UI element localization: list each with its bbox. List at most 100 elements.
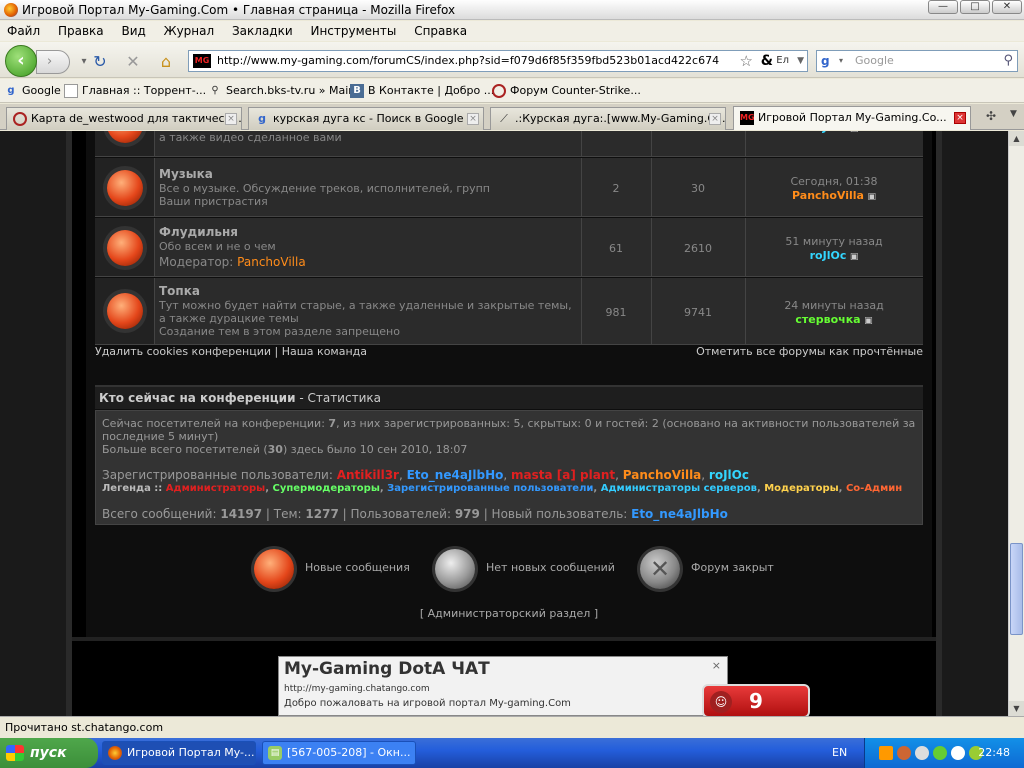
menu-file[interactable]: Файл xyxy=(0,21,47,41)
tab-de-westwood[interactable]: Карта de_westwood для тактическ... × xyxy=(6,107,242,130)
bookmark-google[interactable]: g Google xyxy=(4,79,60,103)
forum-title[interactable]: Топка xyxy=(159,284,200,298)
translate-icon[interactable]: Eл xyxy=(776,51,789,71)
bookmark-bks-tv[interactable]: ⚲ Search.bks-tv.ru » Main xyxy=(208,79,355,103)
forum-title[interactable]: Флудильня xyxy=(159,225,238,239)
minimize-button[interactable]: — xyxy=(928,0,958,14)
link-separator: | xyxy=(274,345,279,358)
volume-icon[interactable] xyxy=(915,746,929,760)
forward-button[interactable]: › xyxy=(36,50,70,74)
start-button[interactable]: пуск xyxy=(0,738,98,768)
language-indicator[interactable]: EN xyxy=(832,746,847,759)
taskbar-item-label: [567-005-208] - Окн... xyxy=(287,746,411,759)
last-post-user[interactable]: PanchoVilla xyxy=(792,189,864,202)
menu-view[interactable]: Вид xyxy=(114,21,152,41)
legend-supermods[interactable]: Супермодераторы xyxy=(273,483,380,494)
last-post-user[interactable]: roJlOc xyxy=(810,131,847,134)
moderator-name[interactable]: PanchoVilla xyxy=(237,255,306,269)
scrollbar-thumb[interactable] xyxy=(1010,543,1023,635)
google-search-engine-icon[interactable]: g xyxy=(821,54,837,68)
forum-title[interactable]: Музыка xyxy=(159,167,213,181)
last-post-user[interactable]: roJlOc xyxy=(810,249,847,262)
menu-edit[interactable]: Правка xyxy=(51,21,111,41)
taskbar-item-window[interactable]: ▤ [567-005-208] - Окн... xyxy=(262,741,416,765)
goto-post-icon[interactable]: ▣ xyxy=(850,252,859,262)
url-bar[interactable]: MG http://www.my-gaming.com/forumCS/inde… xyxy=(188,50,808,72)
forum-row[interactable]: Музыка Все о музыке. Обсуждение треков, … xyxy=(95,158,923,217)
search-icon[interactable]: ⚲ xyxy=(1003,51,1013,71)
goto-post-icon[interactable]: ▣ xyxy=(864,316,873,326)
online-user[interactable]: masta [a] plant xyxy=(511,468,615,482)
online-user[interactable]: Eto_ne4aJlbHo xyxy=(407,468,504,482)
tab-google-search[interactable]: g курская дуга кс - Поиск в Google × xyxy=(248,107,484,130)
media-player-icon[interactable] xyxy=(879,746,893,760)
total-users: 979 xyxy=(454,507,480,521)
close-button[interactable]: ✕ xyxy=(992,0,1022,14)
scroll-up-icon[interactable]: ▲ xyxy=(1009,131,1024,146)
url-dropdown-icon[interactable]: ▼ xyxy=(797,51,804,71)
tab-list-icon[interactable]: ▼ xyxy=(1010,109,1017,119)
bookmark-torrent[interactable]: Главная :: Торрент-... xyxy=(64,79,206,103)
addon-icon[interactable]: & xyxy=(761,51,773,71)
our-team-link[interactable]: Наша команда xyxy=(282,345,367,358)
goto-post-icon[interactable]: ▣ xyxy=(850,131,859,134)
scroll-down-icon[interactable]: ▼ xyxy=(1009,701,1024,716)
last-post-user[interactable]: стервочка xyxy=(795,313,860,326)
tab-close-icon[interactable]: × xyxy=(709,113,721,125)
mg-favicon: MG xyxy=(740,111,755,125)
tab-close-icon[interactable]: × xyxy=(225,113,237,125)
chat-url[interactable]: http://my-gaming.chatango.com xyxy=(284,684,430,694)
forum-links-row: Удалить cookies конференции | Наша коман… xyxy=(95,345,923,358)
chat-close-icon[interactable]: × xyxy=(712,659,721,672)
windows-logo-icon xyxy=(6,745,24,761)
tray-status-icon[interactable] xyxy=(951,746,965,760)
legend-moderators[interactable]: Модераторы xyxy=(764,483,838,494)
tray-app-icon[interactable] xyxy=(897,746,911,760)
search-bar[interactable]: g ▾ Google ⚲ xyxy=(816,50,1018,72)
admin-panel-link[interactable]: [ Администраторский раздел ] xyxy=(86,607,932,620)
tab-close-icon[interactable]: × xyxy=(954,112,966,124)
stop-icon[interactable]: ✕ xyxy=(123,52,143,72)
forum-row[interactable]: Топка Тут можно будет найти старые, а та… xyxy=(95,278,923,345)
mark-all-read-link[interactable]: Отметить все форумы как прочтённые xyxy=(696,345,923,358)
bookmark-forum-cs[interactable]: Форум Counter-Strike... xyxy=(492,79,641,103)
bookmark-star-icon[interactable]: ☆ xyxy=(740,51,753,71)
vertical-scrollbar[interactable]: ▲ ▼ xyxy=(1008,131,1024,716)
legend-registered[interactable]: Зарегистрированные пользователи xyxy=(387,483,593,494)
taskbar-item-firefox[interactable]: Игровой Портал My-... xyxy=(102,741,256,765)
menu-help[interactable]: Справка xyxy=(407,21,474,41)
home-icon[interactable]: ⌂ xyxy=(156,52,176,72)
goto-post-icon[interactable]: ▣ xyxy=(867,192,876,202)
forum-row[interactable]: а также видео сделанное вами roJlOc ▣ xyxy=(95,131,923,157)
maximize-button[interactable]: □ xyxy=(960,0,990,14)
tab-close-icon[interactable]: × xyxy=(467,113,479,125)
tab-kursk-duga[interactable]: ⟋ .:Курская дуга:.[www.My-Gaming.C... × xyxy=(490,107,726,130)
search-engine-dropdown-icon[interactable]: ▾ xyxy=(839,51,843,71)
clock[interactable]: 22:48 xyxy=(978,738,1010,768)
statistics-link[interactable]: Статистика xyxy=(307,391,381,405)
last-post-time: 51 минуту назад xyxy=(785,235,883,248)
online-user[interactable]: Antikill3r xyxy=(337,468,399,482)
reload-icon[interactable]: ↻ xyxy=(90,52,110,72)
legend-admins[interactable]: Администраторы xyxy=(166,483,265,494)
tab-my-gaming[interactable]: MG Игровой Портал My-Gaming.Co... × xyxy=(733,106,971,130)
new-tab-icon[interactable]: ✣ xyxy=(986,109,996,123)
menu-tools[interactable]: Инструменты xyxy=(303,21,403,41)
online-user[interactable]: roJlOc xyxy=(709,468,749,482)
legend-co-admin[interactable]: Со-Админ xyxy=(846,483,902,494)
back-button[interactable]: ‹ xyxy=(5,45,37,77)
newest-user[interactable]: Eto_ne4aJlbHo xyxy=(631,507,728,521)
online-user[interactable]: PanchoVilla xyxy=(623,468,702,482)
chat-notification-badge[interactable]: ☺ 9 xyxy=(702,684,810,716)
forum-row[interactable]: Флудильня Обо всем и не о чем Модератор:… xyxy=(95,218,923,277)
delete-cookies-link[interactable]: Удалить cookies конференции xyxy=(95,345,271,358)
bookmark-vkontakte[interactable]: В В Контакте | Добро ... xyxy=(350,79,494,103)
legend-server-admins[interactable]: Администраторы серверов xyxy=(601,483,757,494)
total-posts-label: Всего сообщений: xyxy=(102,507,221,521)
chat-widget[interactable]: My-Gaming DotA ЧАТ http://my-gaming.chat… xyxy=(278,656,728,716)
bookmark-label: Главная :: Торрент-... xyxy=(82,84,207,97)
network-icon[interactable] xyxy=(933,746,947,760)
menu-history[interactable]: Журнал xyxy=(157,21,222,41)
menu-bookmarks[interactable]: Закладки xyxy=(225,21,300,41)
start-label: пуск xyxy=(30,745,67,761)
